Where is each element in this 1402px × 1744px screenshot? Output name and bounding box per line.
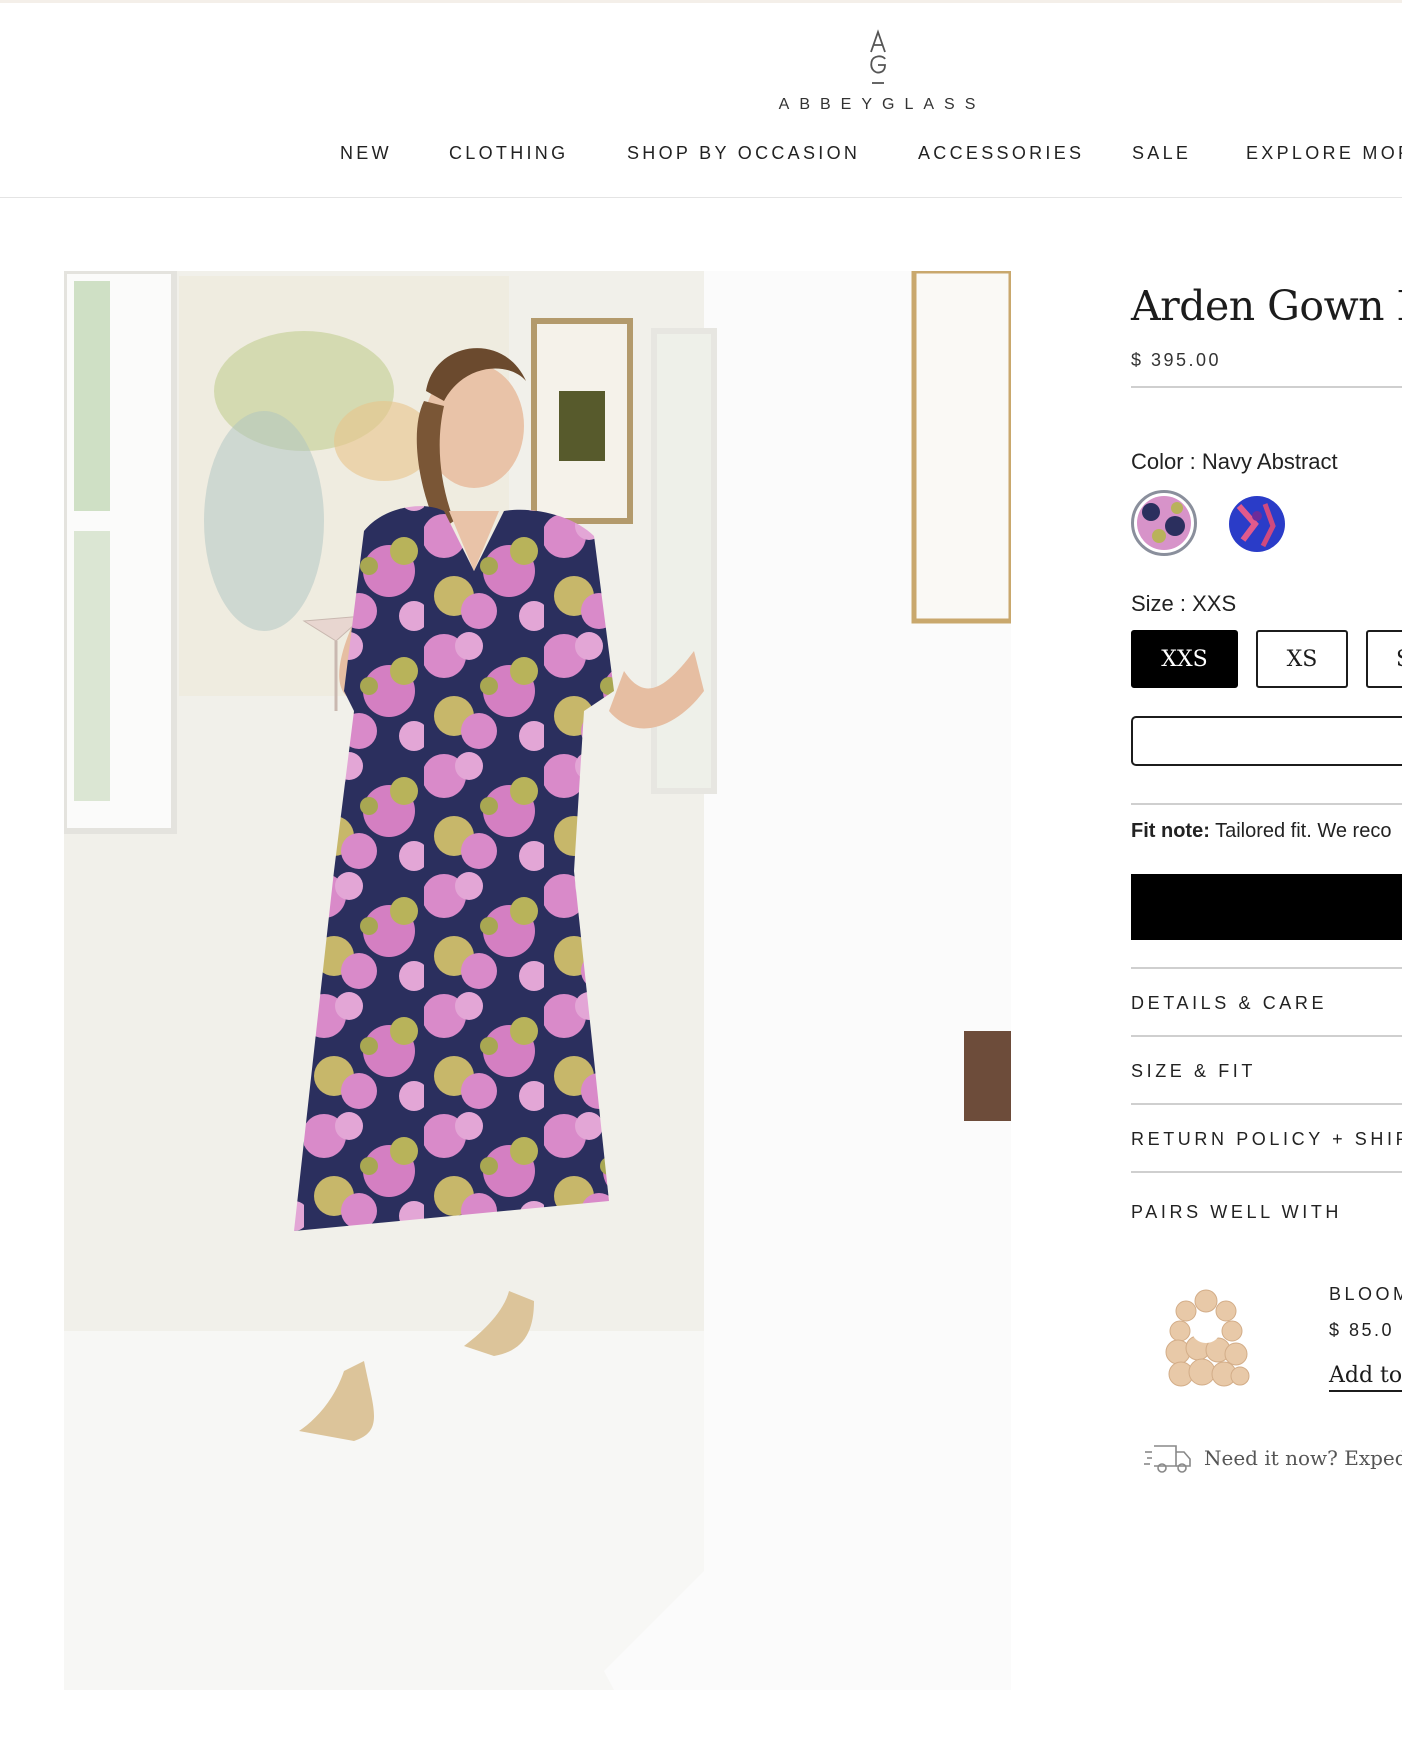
- price-divider: [1131, 386, 1402, 388]
- header-divider: [0, 197, 1402, 198]
- fit-note: Fit note: Tailored fit. We reco: [1131, 820, 1391, 843]
- accordion-divider-4: [1131, 1171, 1402, 1173]
- pair-item-name[interactable]: BLOOM: [1329, 1284, 1402, 1305]
- nav-item-new[interactable]: NEW: [340, 143, 392, 164]
- color-label: Color : Navy Abstract: [1131, 449, 1338, 474]
- fit-divider: [1131, 803, 1402, 805]
- product-price: $ 395.00: [1131, 350, 1222, 370]
- accordion-size-fit[interactable]: SIZE & FIT: [1131, 1061, 1256, 1082]
- accordion-divider-2: [1131, 1035, 1402, 1037]
- pairs-well-with-heading: PAIRS WELL WITH: [1131, 1202, 1343, 1222]
- expedite-note: Need it now? Expedite: [1144, 1440, 1402, 1476]
- quantity-field[interactable]: [1131, 716, 1402, 766]
- size-button-xs[interactable]: XS: [1256, 630, 1348, 688]
- accordion-details-care[interactable]: DETAILS & CARE: [1131, 993, 1327, 1014]
- nav-item-explore-more[interactable]: EXPLORE MOR: [1246, 143, 1402, 164]
- nav-item-accessories[interactable]: ACCESSORIES: [918, 143, 1084, 164]
- product-image[interactable]: [64, 271, 1011, 1690]
- size-button-s[interactable]: S: [1366, 630, 1402, 688]
- fit-note-text: Tailored fit. We reco: [1209, 820, 1392, 842]
- nav-item-shop-by-occasion[interactable]: SHOP BY OCCASION: [627, 143, 860, 164]
- size-label: Size : XXS: [1131, 591, 1237, 616]
- pair-item-price: $ 85.0: [1329, 1320, 1395, 1340]
- add-to-cart-button[interactable]: [1131, 874, 1402, 940]
- fit-note-label: Fit note:: [1131, 820, 1210, 842]
- top-accent-line: [0, 0, 1402, 3]
- color-swatch-alt[interactable]: [1229, 496, 1285, 552]
- product-title: Arden Gown Na: [1131, 282, 1402, 330]
- nav-item-clothing[interactable]: CLOTHING: [449, 143, 568, 164]
- accordion-divider-3: [1131, 1103, 1402, 1105]
- nav-item-sale[interactable]: SALE: [1132, 143, 1191, 164]
- delivery-truck-icon: [1144, 1445, 1191, 1473]
- brand-wordmark: ABBEYGLASS: [778, 96, 986, 113]
- accordion-divider-1: [1131, 967, 1402, 969]
- expedite-text[interactable]: Need it now? Expedite: [1204, 1446, 1402, 1470]
- size-button-xxs[interactable]: XXS: [1131, 630, 1238, 688]
- bloom-bag-image[interactable]: [1156, 1286, 1256, 1398]
- color-swatch-navy-abstract[interactable]: [1131, 490, 1197, 556]
- pair-add-to-cart-link[interactable]: Add to: [1329, 1363, 1402, 1392]
- logo-mark-icon: [870, 29, 886, 84]
- accordion-return-policy[interactable]: RETURN POLICY + SHIPPI: [1131, 1129, 1402, 1150]
